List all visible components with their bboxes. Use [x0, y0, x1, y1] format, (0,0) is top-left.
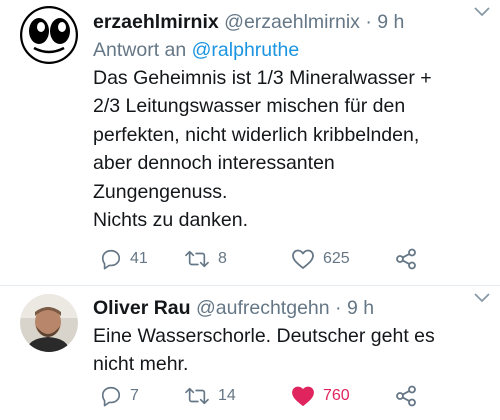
- reply-count: 41: [130, 250, 148, 267]
- reply-to-link[interactable]: @ralphruthe: [192, 39, 300, 61]
- reply-button[interactable]: 41: [100, 247, 148, 271]
- avatar-oliver-rau[interactable]: [20, 294, 78, 352]
- like-count: 760: [323, 387, 350, 404]
- cartoon-face-avatar-icon: [20, 6, 78, 64]
- avatar-erzaehlmirnix[interactable]: [20, 6, 78, 64]
- share-button[interactable]: [395, 384, 417, 408]
- retweet-button[interactable]: 14: [184, 384, 236, 408]
- heart-icon: [292, 249, 314, 269]
- separator: ·: [335, 297, 342, 319]
- retweet-icon: [185, 387, 209, 405]
- timestamp[interactable]: 9 h: [347, 297, 374, 319]
- tweet-body: Oliver Rau @aufrechtgehn · 9 h Eine Wass…: [93, 294, 492, 379]
- user-handle[interactable]: @erzaehlmirnix: [224, 11, 360, 33]
- reply-button[interactable]: 7: [100, 384, 139, 408]
- profile-photo-icon: [20, 294, 78, 352]
- reply-prefix: Antwort an: [93, 39, 187, 61]
- share-button[interactable]: [395, 247, 417, 271]
- reply-icon: [101, 249, 121, 270]
- like-button[interactable]: 625: [291, 247, 350, 271]
- retweet-button[interactable]: 8: [184, 247, 227, 271]
- tweet-body: erzaehlmirnix @erzaehlmirnix · 9 h Antwo…: [93, 8, 492, 234]
- retweet-count: 14: [218, 387, 236, 404]
- retweet-icon: [185, 250, 209, 268]
- retweet-count: 8: [218, 250, 227, 267]
- tweet-actions: 41 8 625: [93, 247, 493, 271]
- tweet-header: erzaehlmirnix @erzaehlmirnix · 9 h: [93, 8, 492, 36]
- timestamp[interactable]: 9 h: [377, 11, 404, 33]
- display-name[interactable]: Oliver Rau: [93, 297, 191, 319]
- tweet-text: Das Geheimnis ist 1/3 Mineralwasser + 2/…: [93, 67, 432, 232]
- reply-context: Antwort an @ralphruthe: [93, 36, 492, 64]
- like-count: 625: [323, 250, 350, 267]
- tweet-text: Eine Wasserschorle. Deutscher geht es ni…: [93, 325, 435, 376]
- display-name[interactable]: erzaehlmirnix: [93, 11, 219, 33]
- tweet-erzaehlmirnix[interactable]: erzaehlmirnix @erzaehlmirnix · 9 h Antwo…: [0, 0, 500, 286]
- tweet-oliver-rau[interactable]: Oliver Rau @aufrechtgehn · 9 h Eine Wass…: [0, 286, 500, 420]
- user-handle[interactable]: @aufrechtgehn: [196, 297, 330, 319]
- heart-icon: [292, 386, 314, 406]
- separator: ·: [365, 11, 372, 33]
- share-icon: [396, 385, 416, 407]
- like-button[interactable]: 760: [291, 384, 350, 408]
- reply-icon: [101, 386, 121, 407]
- chevron-down-icon[interactable]: [474, 6, 490, 18]
- chevron-down-icon[interactable]: [474, 292, 490, 304]
- reply-count: 7: [130, 387, 139, 404]
- share-icon: [396, 248, 416, 270]
- tweet-header: Oliver Rau @aufrechtgehn · 9 h: [93, 294, 492, 322]
- tweet-actions: 7 14 760: [93, 384, 493, 408]
